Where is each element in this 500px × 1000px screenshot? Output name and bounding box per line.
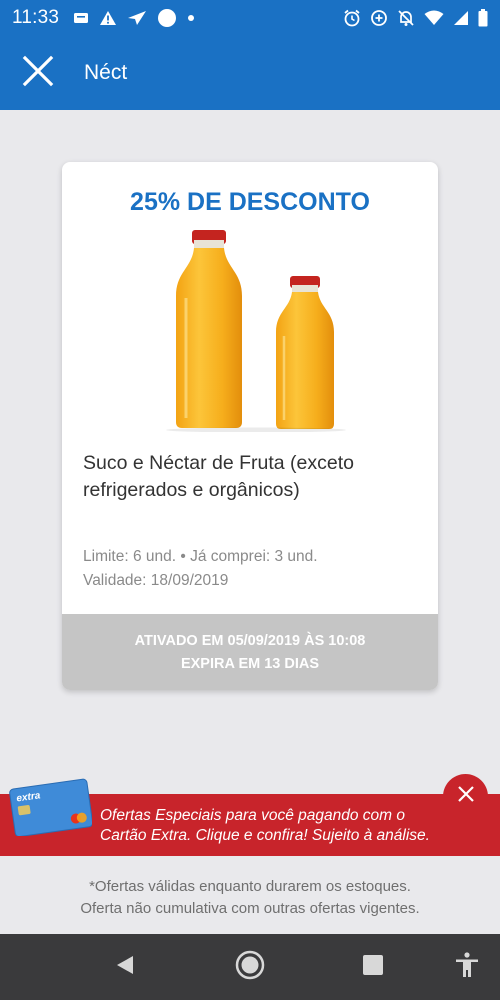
system-nav-bar [0,934,500,1000]
signal-icon [453,10,469,26]
offer-card[interactable]: 25% DE DESCONTO Suco e Néctar de Fruta (… [62,162,438,690]
promo-close-button[interactable] [443,774,488,819]
close-button[interactable] [0,36,76,110]
send-icon [127,10,147,26]
disclaimer: *Ofertas válidas enquanto durarem os est… [0,876,500,920]
back-button[interactable] [95,934,155,1000]
juice-bottles-image [166,230,346,432]
validity-date: Validade: 18/09/2019 [83,572,229,589]
close-icon [457,785,475,808]
promo-text-line2: Cartão Extra. Clique e confira! Sujeito … [100,827,430,844]
activation-status-band: ATIVADO EM 05/09/2019 ÀS 10:08 EXPIRA EM… [62,614,438,690]
promo-banner[interactable]: extra Ofertas Especiais para você pagand… [0,778,500,856]
warning-icon [99,10,117,26]
activation-date: ATIVADO EM 05/09/2019 ÀS 10:08 [134,633,366,649]
dot-icon [187,14,195,22]
home-button[interactable] [220,934,280,1000]
disclaimer-line2: Oferta não cumulativa com outras ofertas… [80,900,420,917]
recents-icon [362,954,384,981]
page-title: Néct [84,61,128,84]
status-right-icons [343,9,488,27]
discount-label: 25% DE DESCONTO [130,188,370,216]
purchase-limit: Limite: 6 und. • Já comprei: 3 und. [83,548,318,565]
promo-text-line1: Ofertas Especiais para você pagando com … [100,807,406,824]
wifi-icon [424,10,444,26]
disclaimer-line1: *Ofertas válidas enquanto durarem os est… [89,878,411,895]
alarm-icon [343,9,361,27]
notifications-off-icon [397,9,415,27]
sim-card-icon [73,11,89,25]
back-icon [114,954,136,981]
battery-icon [478,9,488,27]
extra-credit-card-image: extra [9,778,92,836]
status-time: 11:33 [12,7,60,28]
expiry-countdown: EXPIRA EM 13 DIAS [180,656,320,672]
promo-text: Ofertas Especiais para você pagando com … [100,806,460,846]
status-bar: 11:33 [0,0,500,36]
product-name: Suco e Néctar de Fruta (exceto refrigera… [83,452,354,501]
accessibility-button[interactable] [437,934,497,1000]
close-icon [22,55,54,92]
status-left-icons [73,8,195,28]
data-saver-icon [370,9,388,27]
recents-button[interactable] [343,934,403,1000]
app-bar: Néct [0,36,500,110]
circle-icon [157,8,177,28]
accessibility-icon [455,951,479,983]
home-icon [234,949,266,986]
